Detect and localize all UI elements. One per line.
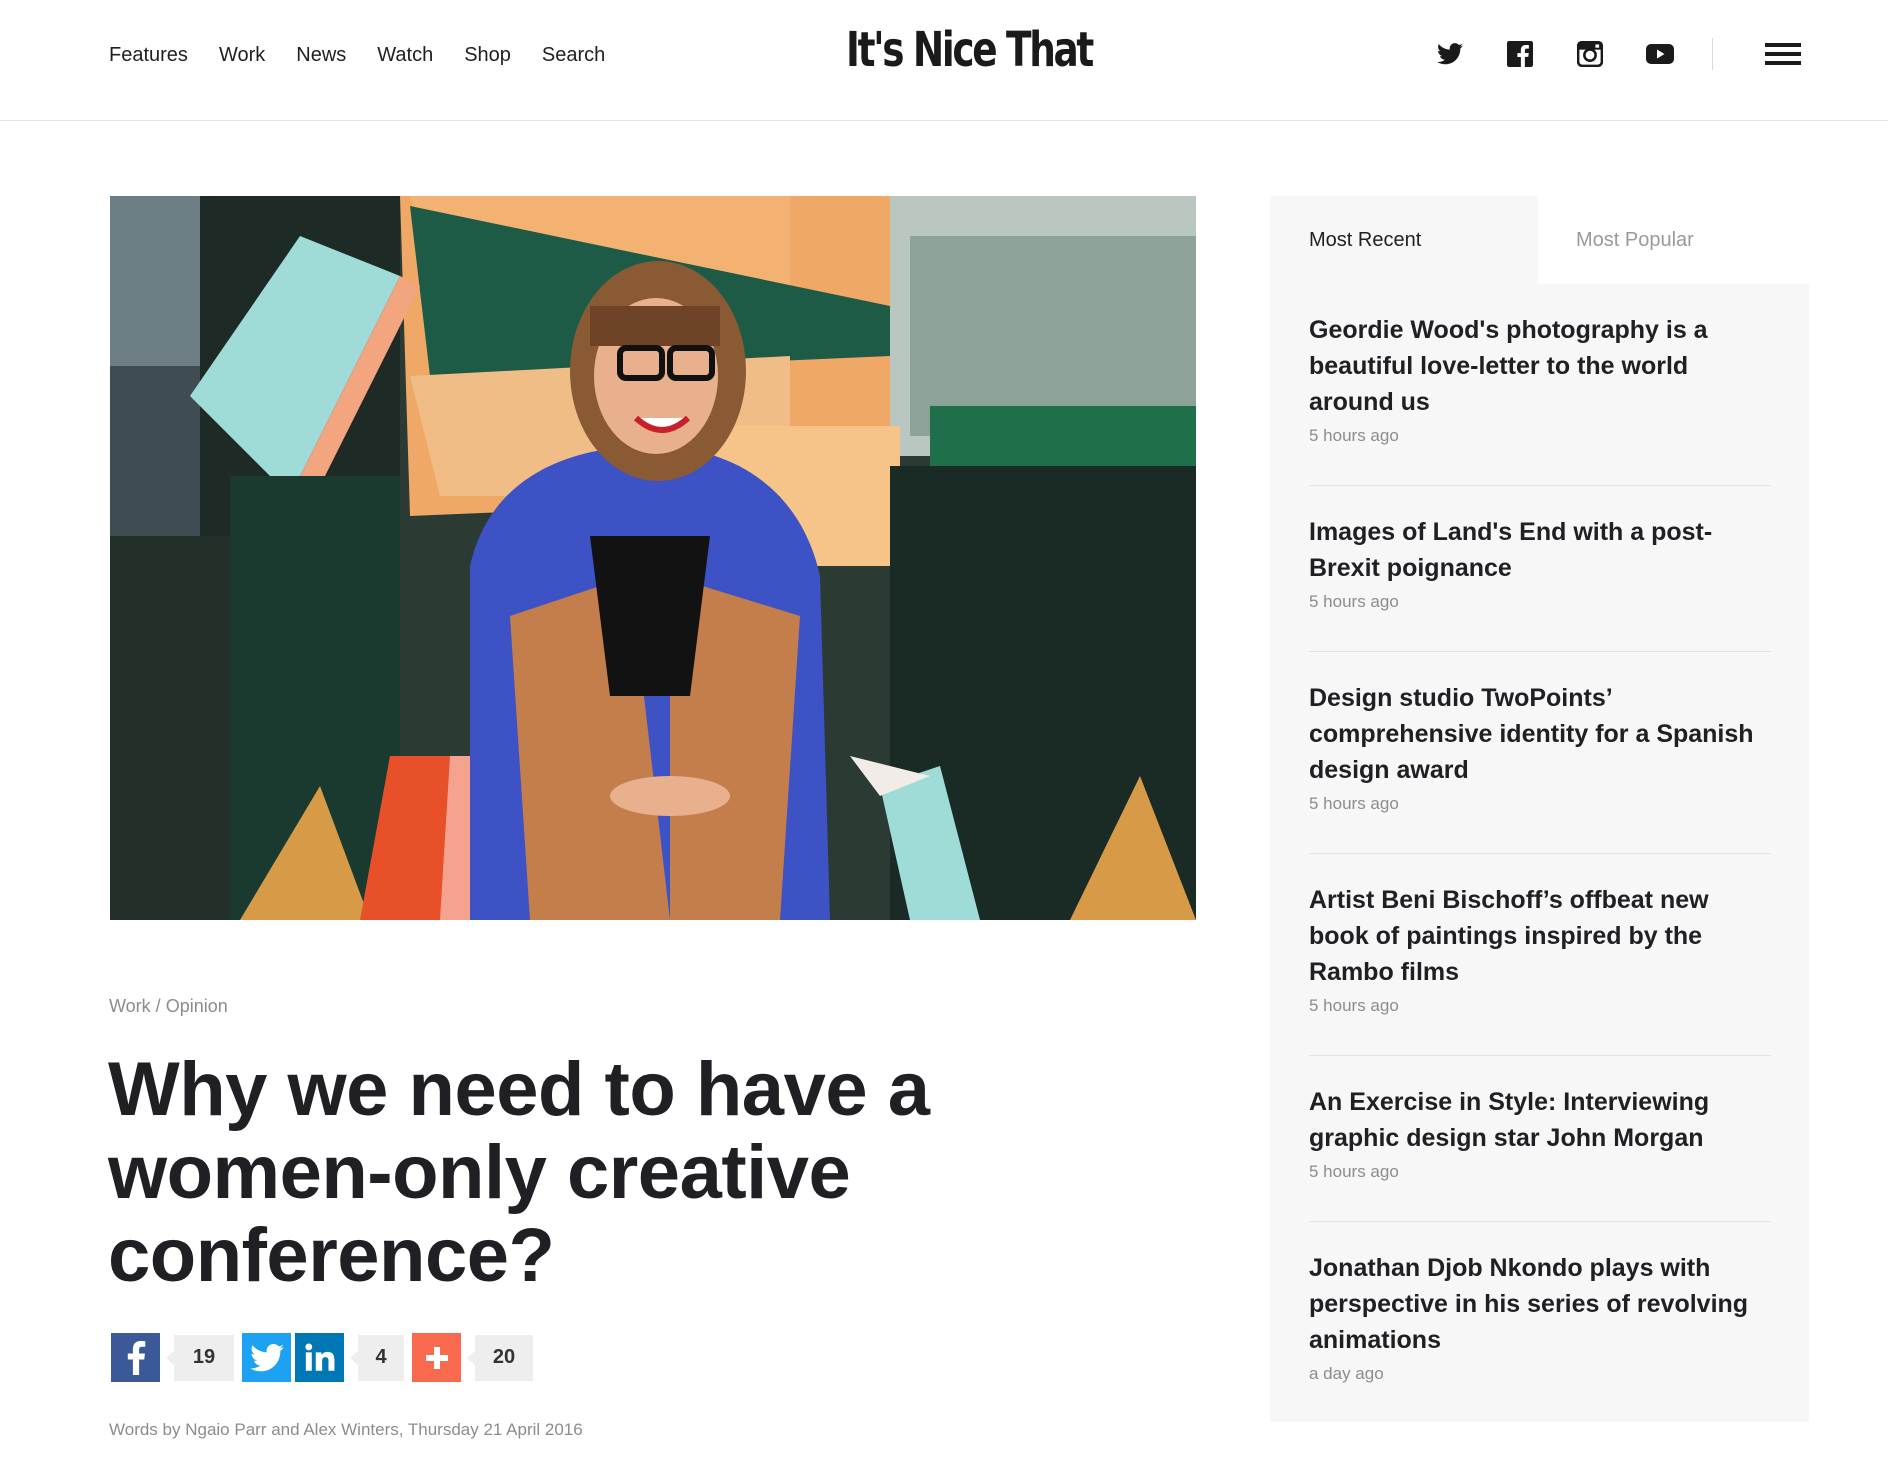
list-item-time: 5 hours ago bbox=[1309, 1162, 1399, 1181]
linkedin-share-button[interactable] bbox=[295, 1333, 344, 1382]
sidebar-tabs: Most Recent Most Popular bbox=[1270, 196, 1809, 284]
facebook-share-button[interactable] bbox=[111, 1333, 160, 1382]
recent-list: Geordie Wood's photography is a beautifu… bbox=[1309, 284, 1771, 1424]
article-title: Why we need to have a women-only creativ… bbox=[108, 1047, 930, 1298]
nav-item-watch[interactable]: Watch bbox=[377, 40, 433, 70]
nav-item-search[interactable]: Search bbox=[542, 40, 605, 70]
social-links bbox=[1436, 38, 1801, 70]
list-item-title: Artist Beni Bischoff’s offbeat new book … bbox=[1309, 886, 1709, 986]
facebook-icon[interactable] bbox=[1506, 40, 1534, 68]
list-item[interactable]: An Exercise in Style: Interviewing graph… bbox=[1309, 1056, 1771, 1222]
breadcrumb-section[interactable]: Work bbox=[109, 996, 151, 1016]
breadcrumb-separator: / bbox=[150, 996, 166, 1016]
nav-item-features[interactable]: Features bbox=[109, 40, 188, 70]
list-item-title: Design studio TwoPoints’ comprehensive i… bbox=[1309, 684, 1754, 784]
share-bar: 19 4 20 bbox=[111, 1333, 533, 1382]
list-item[interactable]: Artist Beni Bischoff’s offbeat new book … bbox=[1309, 854, 1771, 1056]
article-byline: Words by Ngaio Parr and Alex Winters, Th… bbox=[109, 1420, 583, 1439]
list-item-time: 5 hours ago bbox=[1309, 996, 1399, 1015]
site-logo[interactable]: It's Nice That bbox=[846, 22, 1094, 78]
list-item-title: Jonathan Djob Nkondo plays with perspect… bbox=[1309, 1254, 1749, 1354]
twitter-share-button[interactable] bbox=[242, 1333, 291, 1382]
list-item-time: 5 hours ago bbox=[1309, 426, 1399, 445]
twitter-icon[interactable] bbox=[1436, 40, 1464, 68]
list-item-title: Geordie Wood's photography is a beautifu… bbox=[1309, 316, 1708, 416]
tab-most-popular[interactable]: Most Popular bbox=[1538, 196, 1809, 284]
tab-most-recent[interactable]: Most Recent bbox=[1270, 196, 1538, 284]
hero-image bbox=[110, 196, 1196, 920]
list-item-time: a day ago bbox=[1309, 1364, 1384, 1383]
nav-item-work[interactable]: Work bbox=[219, 40, 265, 70]
breadcrumb: Work / Opinion bbox=[109, 996, 228, 1017]
linkedin-share-count: 4 bbox=[350, 1334, 404, 1381]
site-header: Features Work News Watch Shop Search It'… bbox=[0, 0, 1888, 121]
list-item-title: An Exercise in Style: Interviewing graph… bbox=[1309, 1088, 1710, 1152]
youtube-icon[interactable] bbox=[1646, 40, 1674, 68]
header-divider bbox=[1712, 38, 1713, 70]
list-item[interactable]: Design studio TwoPoints’ comprehensive i… bbox=[1309, 652, 1771, 854]
breadcrumb-category[interactable]: Opinion bbox=[166, 996, 228, 1016]
list-item[interactable]: Images of Land's End with a post-Brexit … bbox=[1309, 486, 1771, 652]
list-item-time: 5 hours ago bbox=[1309, 794, 1399, 813]
menu-icon[interactable] bbox=[1765, 40, 1801, 68]
main-nav: Features Work News Watch Shop Search bbox=[109, 40, 636, 70]
nav-item-news[interactable]: News bbox=[296, 40, 346, 70]
facebook-share-count: 19 bbox=[166, 1334, 234, 1381]
instagram-icon[interactable] bbox=[1576, 40, 1604, 68]
recent-sidebar: Most Recent Most Popular Geordie Wood's … bbox=[1270, 196, 1809, 1422]
more-share-button[interactable] bbox=[412, 1333, 461, 1382]
list-item[interactable]: Geordie Wood's photography is a beautifu… bbox=[1309, 284, 1771, 486]
list-item-title: Images of Land's End with a post-Brexit … bbox=[1309, 518, 1713, 582]
more-share-count: 20 bbox=[467, 1334, 533, 1381]
nav-item-shop[interactable]: Shop bbox=[464, 40, 511, 70]
list-item-time: 5 hours ago bbox=[1309, 592, 1399, 611]
list-item[interactable]: Jonathan Djob Nkondo plays with perspect… bbox=[1309, 1222, 1771, 1424]
